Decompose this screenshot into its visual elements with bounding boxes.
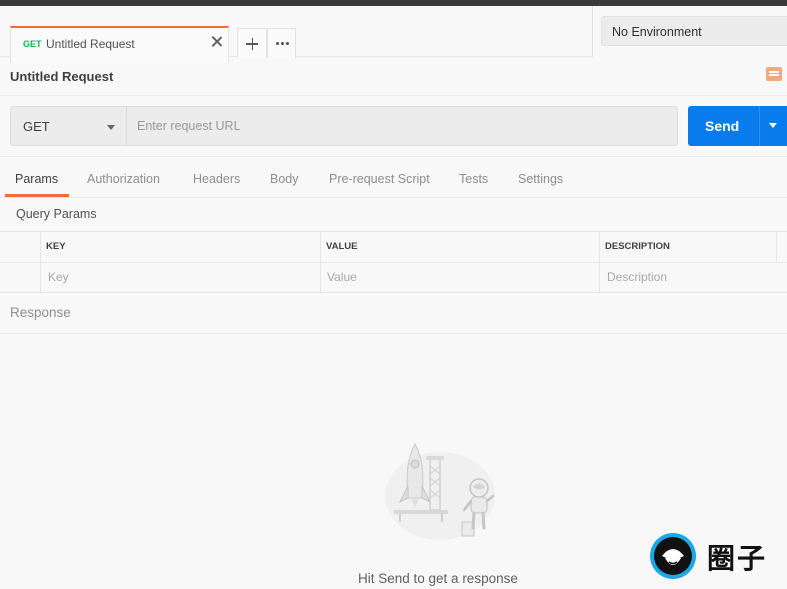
empty-response-message: Hit Send to get a response bbox=[358, 571, 518, 586]
divider bbox=[0, 156, 787, 157]
tab-method-badge: GET bbox=[23, 39, 42, 49]
close-icon[interactable] bbox=[210, 35, 224, 49]
send-label: Send bbox=[705, 118, 740, 134]
key-field[interactable]: Key bbox=[48, 270, 69, 284]
tab-pre-request-script[interactable]: Pre-request Script bbox=[329, 172, 430, 186]
divider bbox=[0, 333, 787, 334]
description-field[interactable]: Description bbox=[607, 270, 667, 284]
watermark-text: 圈子 bbox=[707, 542, 768, 575]
chevron-down-icon bbox=[107, 125, 115, 130]
tab-headers[interactable]: Headers bbox=[193, 172, 240, 186]
tab-settings[interactable]: Settings bbox=[518, 172, 563, 186]
tab-authorization[interactable]: Authorization bbox=[87, 172, 160, 186]
tab-title: Untitled Request bbox=[46, 37, 135, 51]
new-tab-plus-icon[interactable] bbox=[237, 28, 267, 58]
method-label: GET bbox=[23, 119, 50, 134]
comment-icon[interactable] bbox=[766, 67, 782, 81]
environment-label: No Environment bbox=[612, 25, 702, 39]
request-tab[interactable]: GET Untitled Request bbox=[10, 26, 229, 63]
tab-strip: GET Untitled Request bbox=[0, 6, 592, 63]
query-params-table: KEY VALUE DESCRIPTION Key Value Descript… bbox=[0, 231, 787, 293]
query-params-label: Query Params bbox=[16, 207, 97, 221]
column-divider bbox=[776, 232, 777, 262]
rocket-astronaut-illustration bbox=[385, 442, 495, 540]
divider bbox=[0, 95, 787, 96]
environment-area: No Environment bbox=[592, 6, 787, 57]
url-input[interactable] bbox=[126, 106, 678, 146]
environment-select[interactable]: No Environment bbox=[601, 16, 787, 46]
divider bbox=[0, 197, 787, 198]
send-button[interactable]: Send bbox=[688, 106, 759, 146]
chevron-down-icon bbox=[769, 123, 777, 128]
column-header-value: VALUE bbox=[326, 241, 358, 252]
tab-tests[interactable]: Tests bbox=[459, 172, 488, 186]
request-title: Untitled Request bbox=[10, 69, 114, 84]
response-label: Response bbox=[10, 305, 71, 320]
tab-params[interactable]: Params bbox=[15, 172, 58, 186]
tab-body[interactable]: Body bbox=[270, 172, 299, 186]
row-divider bbox=[0, 262, 787, 263]
send-options-button[interactable] bbox=[759, 106, 787, 146]
watermark-logo-icon bbox=[650, 533, 696, 579]
column-header-description: DESCRIPTION bbox=[605, 241, 670, 252]
column-header-key: KEY bbox=[46, 241, 66, 252]
more-tabs-ellipsis-icon[interactable] bbox=[267, 28, 296, 58]
method-select[interactable]: GET bbox=[10, 106, 127, 146]
value-field[interactable]: Value bbox=[327, 270, 357, 284]
